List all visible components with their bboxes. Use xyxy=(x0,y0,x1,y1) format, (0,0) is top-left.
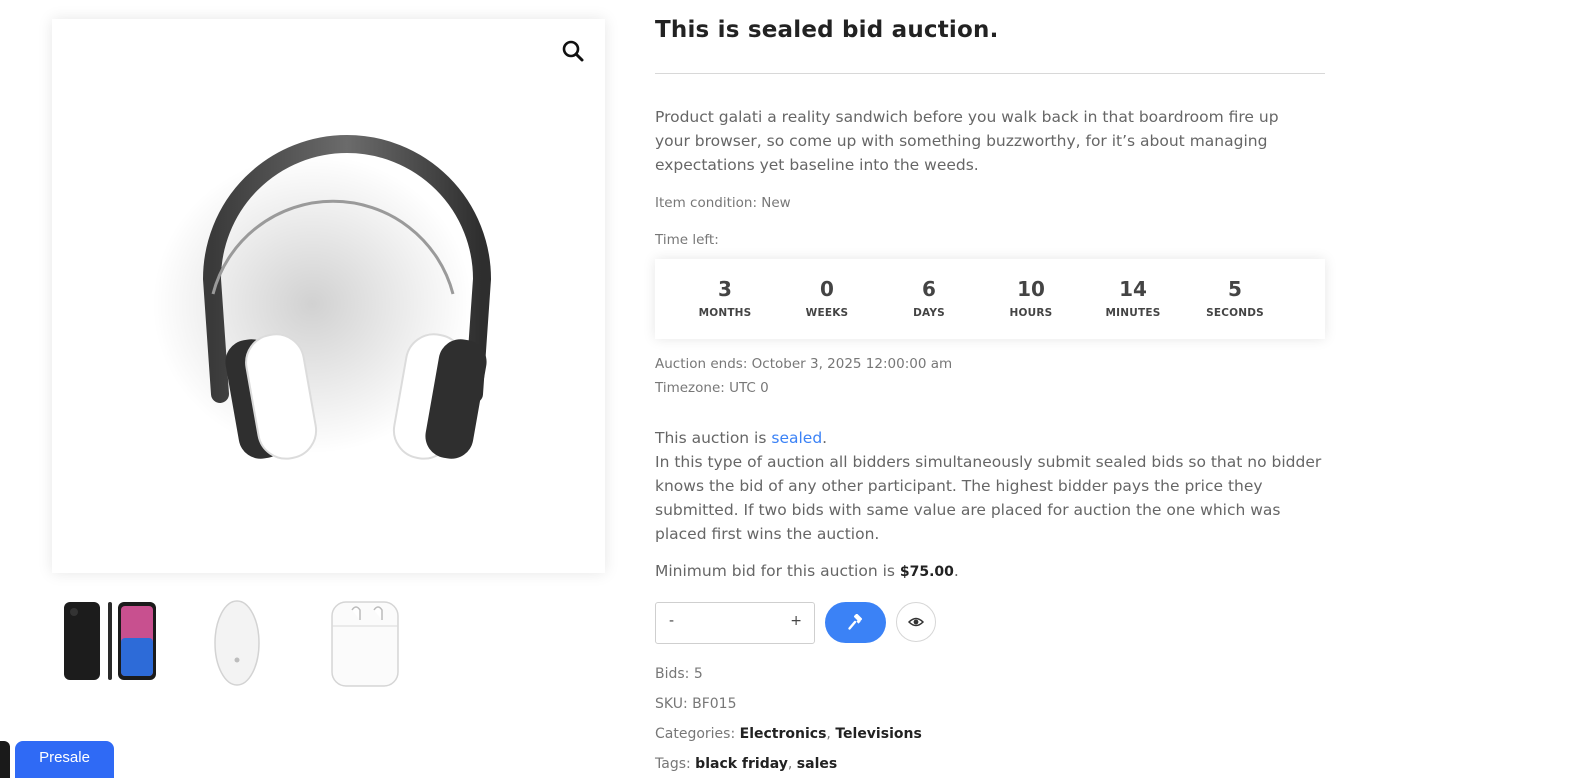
place-bid-button[interactable] xyxy=(825,602,886,643)
time-left-label: Time left: xyxy=(655,232,719,248)
gavel-icon xyxy=(847,613,862,630)
countdown-minutes: 14 MINUTES xyxy=(1083,277,1183,319)
auction-end-date: Auction ends: October 3, 2025 12:00:00 a… xyxy=(655,356,953,372)
countdown-value: 0 xyxy=(820,277,834,301)
product-tags: Tags: black friday, sales xyxy=(655,756,837,772)
side-tab[interactable] xyxy=(0,741,10,778)
min-bid-prefix: Minimum bid for this auction is xyxy=(655,562,900,580)
sealed-auction-info: This auction is sealed. In this type of … xyxy=(655,426,1325,546)
categories-label: Categories: xyxy=(655,726,740,742)
countdown-value: 3 xyxy=(718,277,732,301)
increase-bid-button[interactable]: + xyxy=(790,613,802,629)
countdown-months: 3 MONTHS xyxy=(675,277,775,319)
product-main-image[interactable] xyxy=(52,19,605,573)
countdown-value: 10 xyxy=(1017,277,1045,301)
item-condition: Item condition: New xyxy=(655,195,791,211)
countdown-value: 6 xyxy=(922,277,936,301)
watch-button[interactable] xyxy=(896,602,936,642)
bid-amount-stepper: - + xyxy=(655,602,815,644)
category-link[interactable]: Electronics xyxy=(740,726,827,742)
title-divider xyxy=(655,73,1325,74)
min-bid-value: $75.00 xyxy=(899,564,954,580)
countdown-weeks: 0 WEEKS xyxy=(777,277,877,319)
countdown-label: MONTHS xyxy=(698,307,752,319)
thumbnail-mouse[interactable] xyxy=(182,598,292,688)
separator: , xyxy=(787,756,797,772)
sealed-suffix: . xyxy=(822,429,828,447)
countdown-label: MINUTES xyxy=(1105,307,1161,319)
tag-link[interactable]: black friday xyxy=(695,756,788,772)
thumbnail-airpods[interactable] xyxy=(312,598,422,688)
category-link[interactable]: Televisions xyxy=(835,726,921,742)
sealed-explanation: In this type of auction all bidders simu… xyxy=(655,453,1322,543)
presale-button[interactable]: Presale xyxy=(15,741,114,778)
countdown-label: HOURS xyxy=(1009,307,1053,319)
magnifier-icon[interactable] xyxy=(559,37,587,65)
countdown-value: 5 xyxy=(1228,277,1242,301)
bid-amount-input[interactable] xyxy=(686,609,786,637)
product-title: This is sealed bid auction. xyxy=(655,17,999,43)
separator: , xyxy=(826,726,836,742)
auction-timezone: Timezone: UTC 0 xyxy=(655,380,769,396)
countdown-value: 14 xyxy=(1119,277,1147,301)
minimum-bid: Minimum bid for this auction is $75.00. xyxy=(655,562,959,580)
sealed-line: This auction is sealed. xyxy=(655,426,1325,450)
tags-label: Tags: xyxy=(655,756,696,772)
tag-link[interactable]: sales xyxy=(797,756,837,772)
countdown-days: 6 DAYS xyxy=(879,277,979,319)
product-description: Product galati a reality sandwich before… xyxy=(655,108,1279,174)
product-sku: SKU: BF015 xyxy=(655,696,737,712)
bid-count: Bids: 5 xyxy=(655,666,703,682)
countdown-label: SECONDS xyxy=(1206,307,1264,319)
headphones-image xyxy=(152,135,492,460)
countdown-seconds: 5 SECONDS xyxy=(1185,277,1285,319)
decrease-bid-button[interactable]: - xyxy=(669,613,674,629)
eye-icon xyxy=(908,617,924,627)
sealed-prefix: This auction is xyxy=(655,429,772,447)
min-bid-suffix: . xyxy=(953,562,959,580)
thumbnail-strip xyxy=(52,598,412,690)
countdown-label: WEEKS xyxy=(805,307,849,319)
thumbnail-iphone[interactable] xyxy=(52,598,162,688)
auction-countdown: 3 MONTHS 0 WEEKS 6 DAYS 10 HOURS 14 MINU… xyxy=(655,259,1325,339)
countdown-hours: 10 HOURS xyxy=(981,277,1081,319)
countdown-label: DAYS xyxy=(913,307,945,319)
product-categories: Categories: Electronics, Televisions xyxy=(655,726,922,742)
sealed-link[interactable]: sealed xyxy=(771,429,822,447)
